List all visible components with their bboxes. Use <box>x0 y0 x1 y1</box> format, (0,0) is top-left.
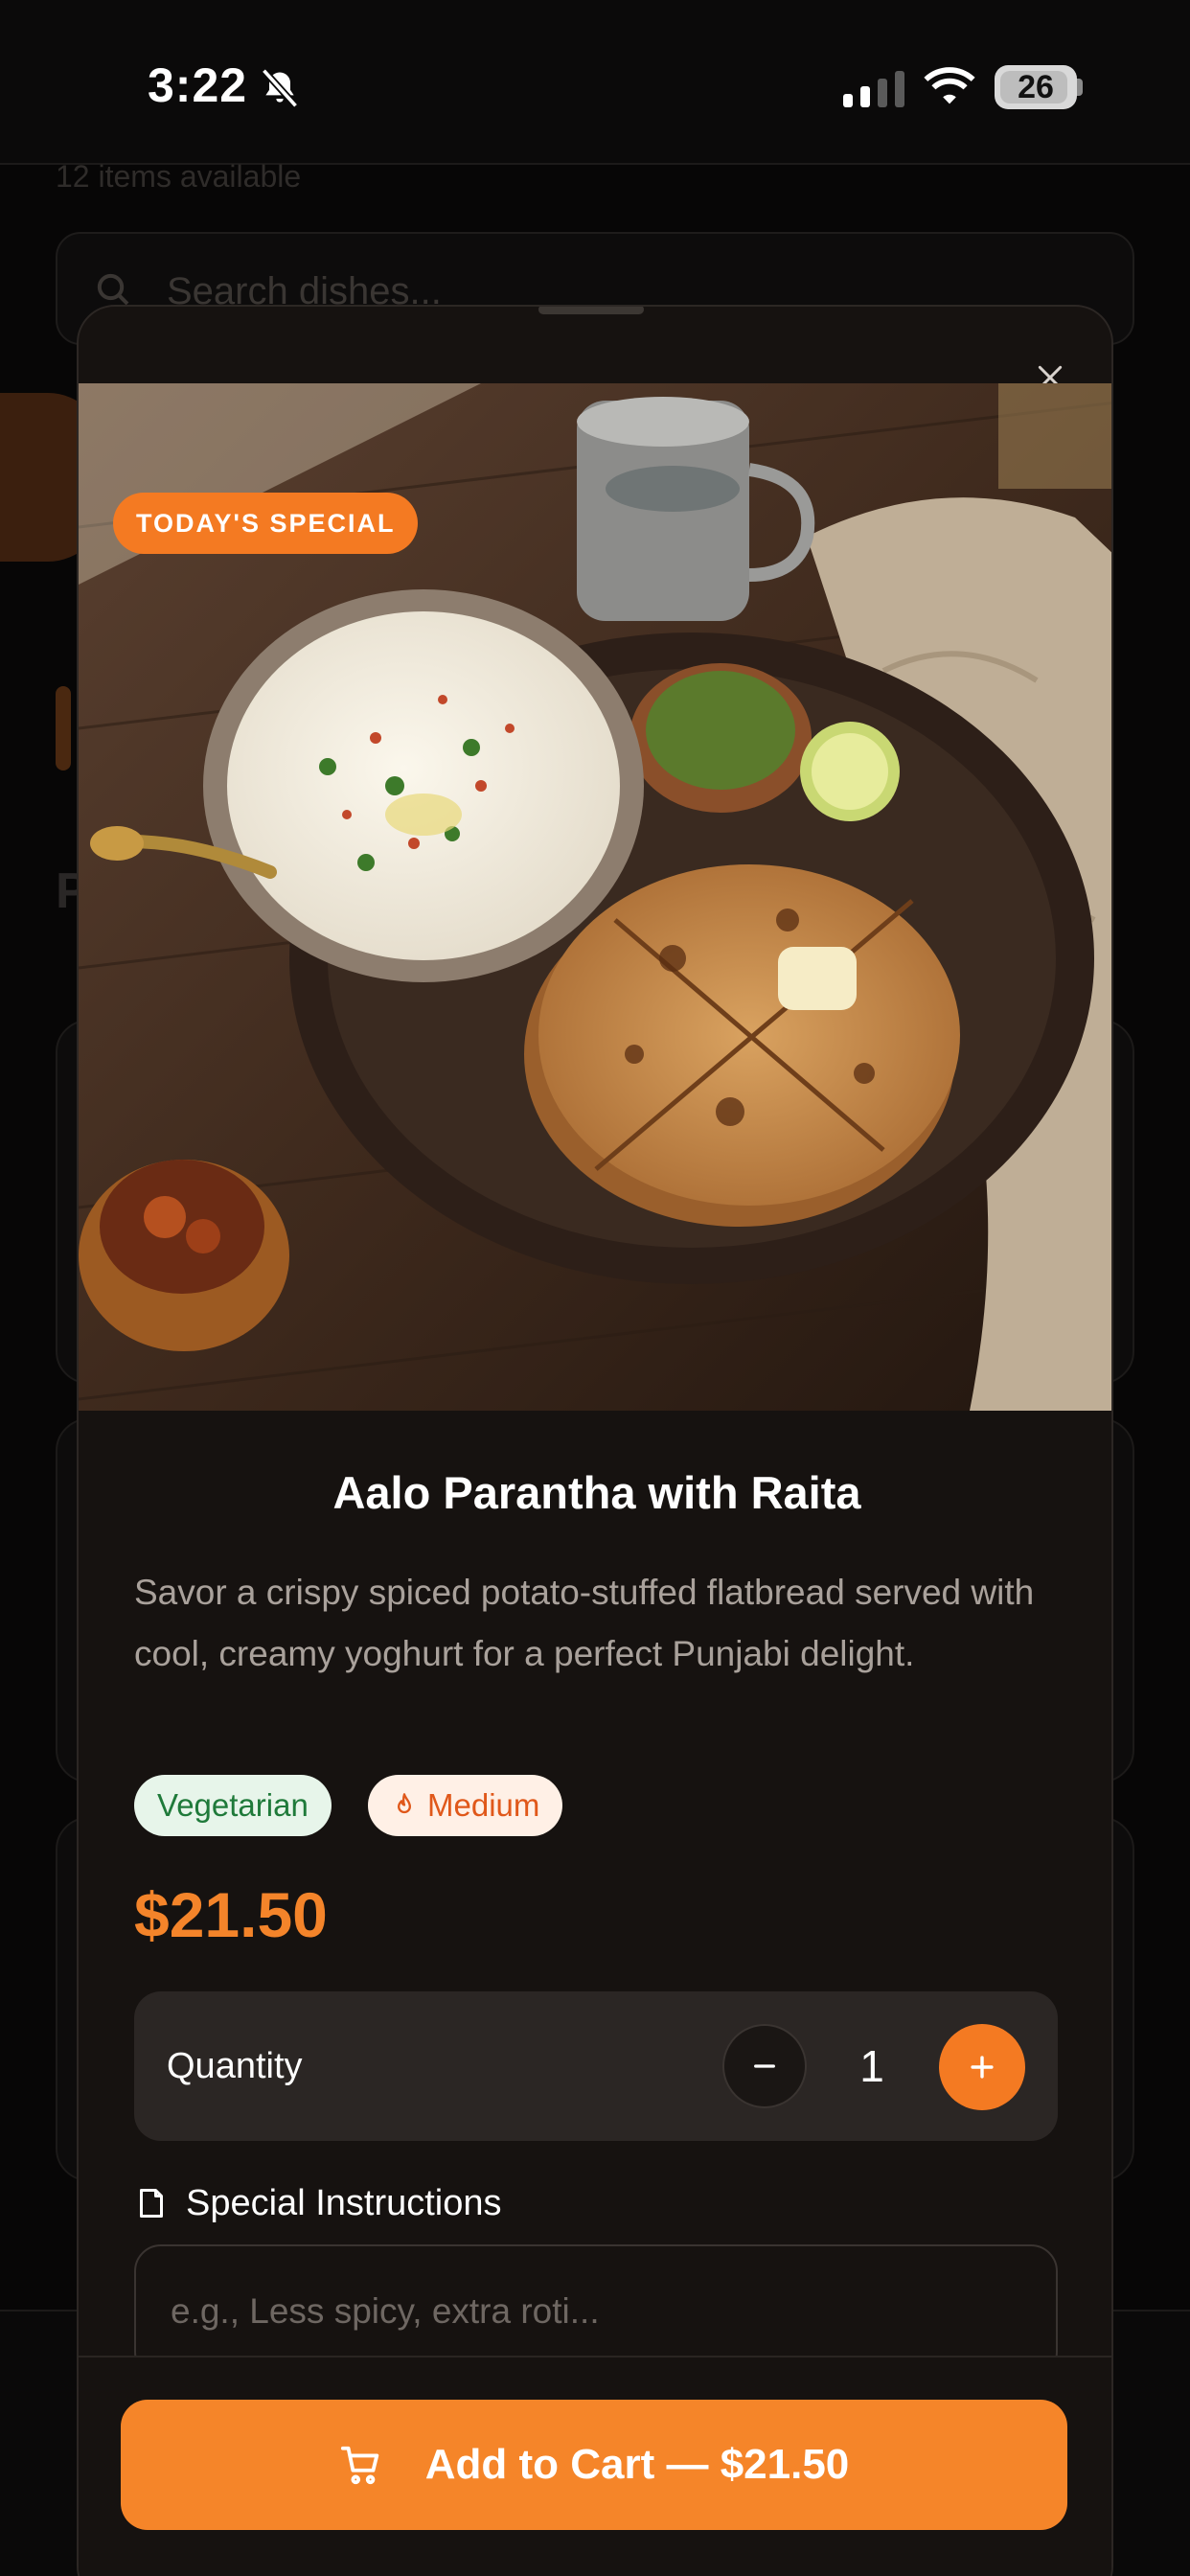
quantity-stepper: Quantity 1 <box>134 1991 1058 2141</box>
section-accent <box>56 686 71 770</box>
minus-icon <box>754 2064 775 2068</box>
todays-special-badge: TODAY'S SPECIAL <box>113 493 419 554</box>
sheet-footer: Add to Cart — $21.50 <box>79 2356 1111 2576</box>
note-icon <box>140 2189 163 2218</box>
product-detail-sheet: TODAY'S SPECIAL Aalo Parantha with Raita… <box>77 305 1113 2576</box>
dish-description: Savor a crispy spiced potato-stuffed fla… <box>134 1573 1035 1673</box>
search-icon <box>97 273 129 306</box>
items-count: 12 items available <box>56 159 302 194</box>
spice-level-tag: Medium <box>368 1775 563 1836</box>
flame-icon <box>398 1793 411 1814</box>
dish-title: Aalo Parantha with Raita <box>332 1467 861 1518</box>
wifi-icon <box>924 67 975 104</box>
add-to-cart-label: Add to Cart — $21.50 <box>424 2441 850 2488</box>
signal-icon <box>843 71 904 107</box>
battery-percentage: 26 <box>1018 69 1054 105</box>
vegetarian-tag: Vegetarian <box>134 1775 332 1836</box>
add-to-cart-button[interactable]: Add to Cart — $21.50 <box>121 2400 1067 2530</box>
plus-icon <box>971 2056 994 2079</box>
bell-slash-icon <box>261 68 299 108</box>
quantity-label: Quantity <box>167 2046 303 2086</box>
dish-price: $21.50 <box>134 1879 328 1950</box>
drag-handle[interactable] <box>538 307 644 314</box>
special-instructions-label: Special Instructions <box>186 2182 502 2223</box>
special-instructions-heading: Special Instructions <box>134 2179 502 2227</box>
battery-tip <box>1077 79 1083 96</box>
increase-quantity-button[interactable] <box>939 2024 1025 2110</box>
dish-photo: TODAY'S SPECIAL <box>79 383 1111 1411</box>
status-time: 3:22 <box>148 58 248 112</box>
spice-level-label: Medium <box>427 1787 540 1823</box>
decrease-quantity-button[interactable] <box>722 2024 807 2108</box>
cart-icon <box>340 2446 378 2485</box>
quantity-value: 1 <box>859 2041 884 2091</box>
